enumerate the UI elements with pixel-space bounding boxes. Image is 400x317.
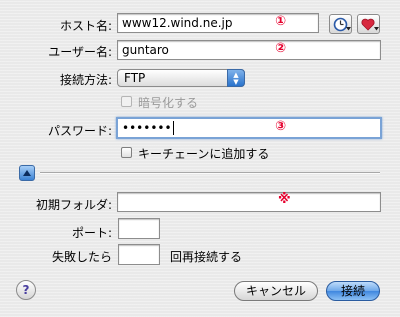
method-value: FTP — [124, 71, 146, 85]
heart-icon — [361, 18, 375, 31]
folder-annotation: ※ — [278, 192, 291, 207]
host-annotation: ① — [275, 14, 287, 29]
password-annotation: ③ — [275, 119, 287, 134]
cancel-label: キャンセル — [245, 284, 306, 298]
password-label: パスワード: — [47, 124, 112, 138]
user-label: ユーザー名: — [48, 45, 112, 59]
encrypt-label: 暗号化する — [138, 96, 199, 110]
triangle-up-icon — [23, 170, 31, 176]
host-field[interactable]: www12.wind.ne.jp — [117, 13, 319, 33]
user-value: guntaro — [122, 43, 169, 57]
up-down-arrows-icon: ▲ ▼ — [227, 69, 245, 87]
user-field[interactable]: guntaro — [117, 40, 381, 60]
connect-button[interactable]: 接続 — [326, 281, 380, 301]
folder-label: 初期フォルダ: — [35, 198, 112, 212]
encrypt-checkbox[interactable] — [121, 96, 132, 107]
port-label: ポート: — [71, 226, 112, 240]
user-annotation: ② — [275, 41, 287, 56]
host-value: www12.wind.ne.jp — [122, 16, 233, 30]
retry-count-field[interactable] — [118, 244, 160, 265]
port-field[interactable] — [118, 218, 160, 239]
retry-suffix-label: 回再接続する — [170, 250, 243, 264]
keychain-label: キーチェーンに追加する — [138, 147, 270, 161]
host-label: ホスト名: — [59, 19, 112, 33]
help-button[interactable]: ? — [16, 280, 36, 300]
connect-dialog: ホスト名: www12.wind.ne.jp ① ユーザー名: guntaro … — [0, 0, 400, 317]
help-icon: ? — [22, 283, 30, 297]
favorites-button[interactable] — [357, 14, 380, 34]
keychain-checkbox[interactable] — [121, 147, 132, 158]
separator — [40, 172, 380, 174]
folder-field[interactable] — [117, 192, 381, 212]
cancel-button[interactable]: キャンセル — [234, 281, 318, 301]
method-label: 接続方法: — [59, 73, 112, 87]
disclosure-button[interactable] — [19, 165, 35, 181]
dropdown-arrow-icon — [346, 27, 351, 31]
password-value: ••••••• — [122, 121, 172, 135]
history-button[interactable] — [329, 14, 352, 34]
text-cursor — [172, 121, 174, 135]
dropdown-arrow-icon — [374, 27, 379, 31]
password-field[interactable]: ••••••• — [116, 117, 382, 139]
method-popup[interactable]: FTP ▲ ▼ — [117, 69, 245, 87]
retry-prefix-label: 失敗したら — [51, 250, 112, 264]
connect-label: 接続 — [340, 284, 365, 298]
